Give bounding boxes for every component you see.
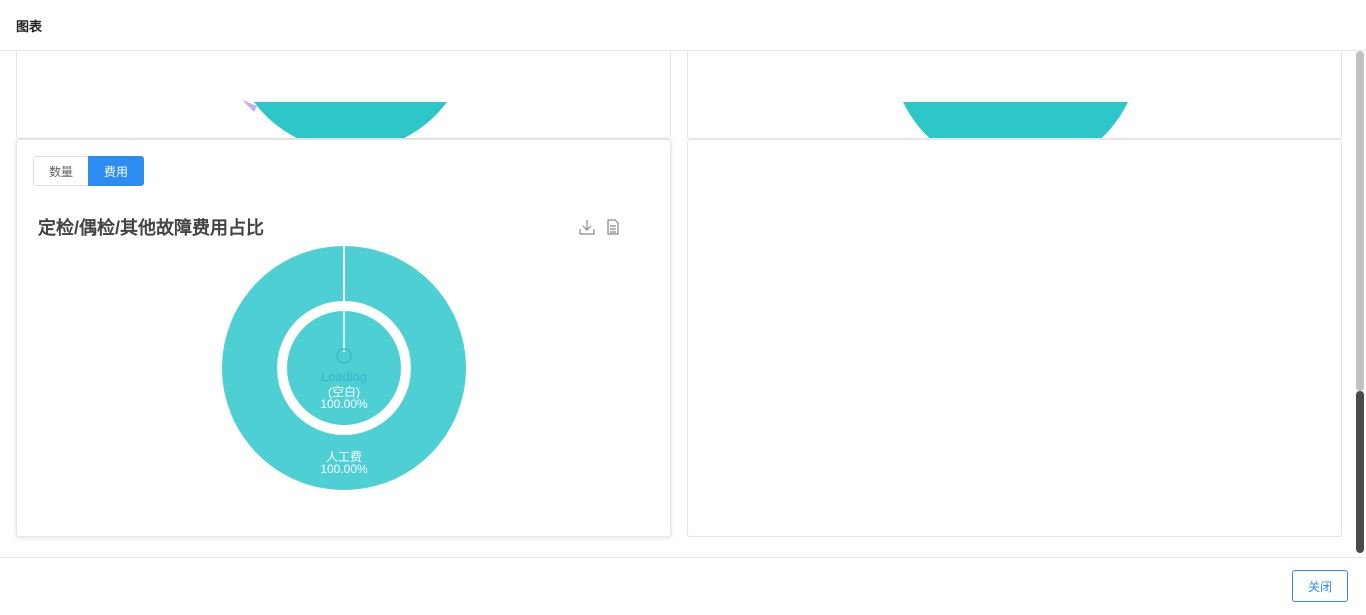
donut-chart: Loading (空白) 100.00% 人工费 100.00%	[222, 244, 466, 490]
scrollbar-thumb[interactable]	[1356, 391, 1364, 553]
outer-slice-percent: 100.00%	[320, 462, 368, 476]
pie-slice-teal	[254, 102, 447, 138]
pie-slice-edge	[242, 100, 257, 112]
pie-slice-teal-right	[903, 102, 1128, 138]
close-button[interactable]: 关闭	[1292, 570, 1348, 602]
dialog-title: 图表	[16, 19, 43, 34]
dialog-header: 图表	[0, 0, 1366, 51]
loading-text: Loading	[321, 369, 367, 384]
inner-slice-percent: 100.00%	[320, 397, 368, 411]
dialog-footer: 关闭	[0, 557, 1366, 615]
chart-card-top-right	[687, 51, 1342, 139]
partial-pie-chart-right	[903, 102, 1128, 138]
scrollbar-track-upper	[1356, 51, 1364, 391]
dialog-body: 数量 费用 定检/偶检/其他故障费用占比 Loading (空白) 100.00…	[0, 51, 1366, 557]
chart-card-top-left	[16, 51, 671, 139]
partial-pie-chart	[242, 97, 447, 138]
chart-card-empty	[687, 139, 1342, 537]
vertical-scrollbar[interactable]	[1356, 51, 1364, 553]
chart-card-cost: 数量 费用 定检/偶检/其他故障费用占比 Loading (空白) 100.00…	[16, 139, 671, 537]
